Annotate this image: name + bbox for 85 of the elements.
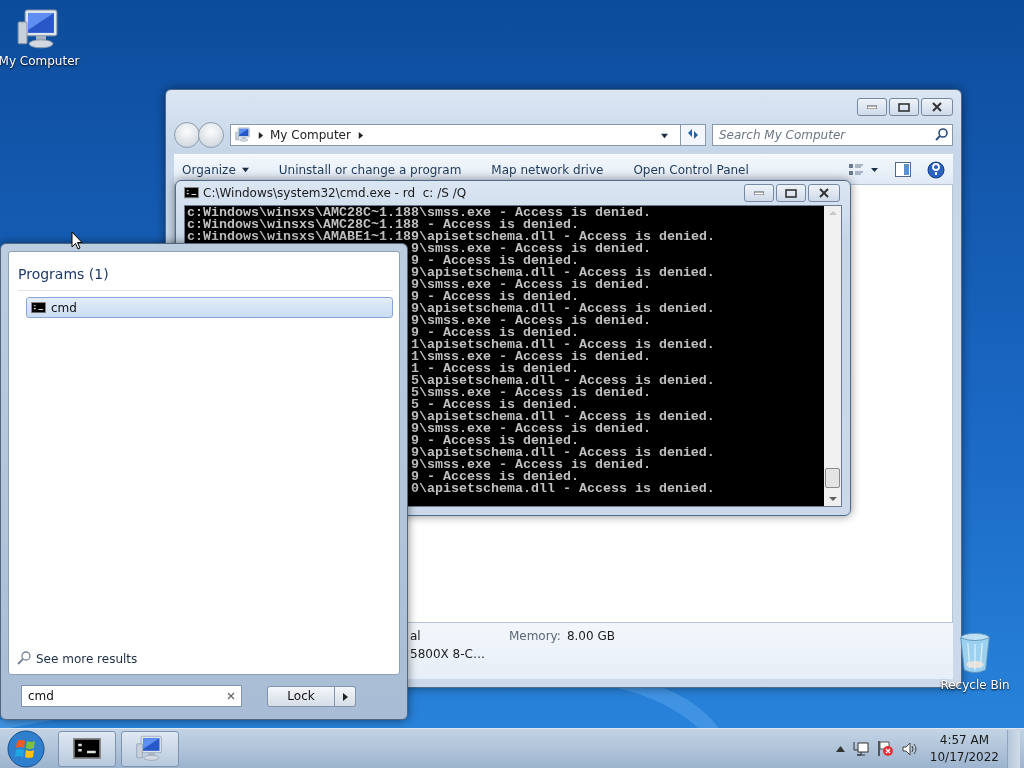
maximize-button[interactable] [889,98,919,116]
close-button[interactable] [921,98,953,116]
minimize-button[interactable] [857,98,887,116]
toolbar-button[interactable]: Open Control Panel [633,162,749,177]
breadcrumb-arrow-icon [356,131,364,139]
help-icon[interactable] [927,160,945,179]
console-line: 9\smss.exe - Access is denied. [410,423,652,435]
details-value: 8.00 GB [566,629,615,645]
show-hidden-icons-arrow-icon[interactable] [835,745,845,752]
console-line: 9 - Access is denied. [410,291,579,303]
search-icon [935,128,948,141]
console-line: 5\apisetschema.dll - Access is denied. [410,375,716,387]
console-line: 9 - Access is denied. [410,435,579,447]
caret-icon [241,166,249,173]
caret-icon [342,692,348,701]
clock[interactable]: 4:57 AM 10/17/2022 [929,731,999,766]
console-line: 1 - Access is denied. [410,363,579,375]
refresh-icon [686,127,700,140]
search-icon [16,651,32,666]
minimize-icon [867,105,877,109]
network-icon[interactable] [852,740,869,757]
minimize-button[interactable] [744,184,774,202]
console-line: 9\smss.exe - Access is denied. [410,279,652,291]
address-bar[interactable]: My Computer [230,124,681,146]
preview-pane-icon[interactable] [895,162,911,177]
see-more-results-link[interactable]: See more results [16,651,138,666]
power-options-button[interactable] [335,685,356,707]
console-line: 9\smss.exe - Access is denied. [410,243,652,255]
console-line: 9\smss.exe - Access is denied. [410,459,652,471]
console-line: 0\apisetschema.dll - Access is denied. [410,483,716,495]
scrollbar[interactable] [824,206,841,506]
console-line: 9 - Access is denied. [410,471,579,483]
details-text: 5800X 8-C… [410,647,485,661]
results-heading: Programs (1) [18,266,109,282]
computer-icon [235,127,251,143]
console-line: 5 - Access is denied. [410,399,579,411]
console-line: 1\apisetschema.dll - Access is denied. [410,339,716,351]
console-line: 9\apisetschema.dll - Access is denied. [410,447,716,459]
start-button[interactable] [5,729,47,768]
start-search-field[interactable]: cmd [21,685,242,707]
console-line: 1\smss.exe - Access is denied. [410,351,652,363]
maximize-icon [785,188,797,198]
maximize-button[interactable] [776,184,806,202]
breadcrumb-arrow-icon [257,131,264,139]
view-options-icon[interactable] [849,162,879,177]
window-title: C:\Windows\system32\cmd.exe - rd c: /S /Q [203,186,467,200]
close-icon [818,188,830,198]
console-line: 5\smss.exe - Access is denied. [410,387,652,399]
details-label: Memory: [508,629,561,645]
maximize-icon [898,102,910,112]
toolbar-button[interactable]: Organize [182,162,249,177]
details-text: al [410,629,422,643]
console-line: 9 - Access is denied. [410,255,579,267]
computer-icon [17,8,61,50]
scroll-down-arrow-icon[interactable] [828,496,837,502]
console-icon [73,738,101,759]
search-field[interactable]: Search My Computer [712,124,953,146]
console-line: 9\apisetschema.dll - Access is denied. [410,267,716,279]
console-line: 9\apisetschema.dll - Access is denied. [410,303,716,315]
console-icon [184,187,199,199]
console-line: c:Windows\winsxs\AMABE1~1.189\apisetschema.dll - Access is denied. [187,231,716,243]
clear-icon[interactable] [227,692,235,700]
console-line: c:Windows\winsxs\AMC28C~1.188 - Access is denied. [187,219,579,231]
close-icon [931,102,943,112]
refresh-button[interactable] [680,124,706,146]
scroll-thumb[interactable] [825,468,840,488]
close-button[interactable] [808,184,840,202]
console-line: 9\apisetschema.dll - Access is denied. [410,411,716,423]
lock-button[interactable]: Lock [267,685,335,707]
dropdown-caret-icon [661,131,668,139]
volume-icon[interactable] [901,741,918,756]
action-center-flag-icon[interactable] [876,740,894,757]
taskbar-button[interactable] [58,730,116,767]
console-line: 9\smss.exe - Access is denied. [410,315,652,327]
breadcrumb[interactable]: My Computer [270,128,351,142]
toolbar-button[interactable]: Map network drive [491,162,604,177]
console-icon [31,301,46,314]
desktop-icon-label[interactable]: My Computer [0,53,80,68]
console-line: c:Windows\winsxs\AMC28C~1.188\smss.exe - Access is denied. [187,207,652,219]
recycle-bin-icon [959,632,991,674]
toolbar-button[interactable]: Uninstall or change a program [278,162,462,177]
minimize-icon [754,191,764,195]
console-line: 9 - Access is denied. [410,327,579,339]
search-result[interactable]: cmd [26,297,393,318]
computer-icon [136,735,164,762]
